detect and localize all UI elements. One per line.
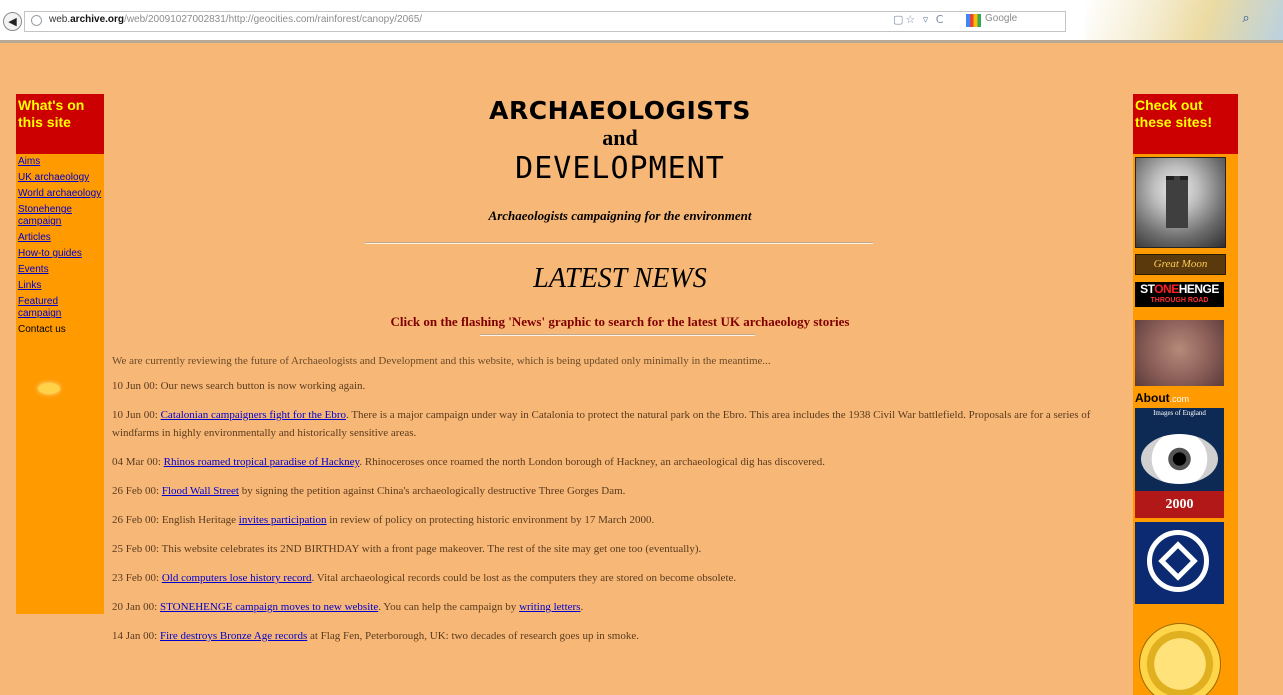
url-text: web.archive.org/web/20091027002831/http:… [49, 14, 423, 25]
search-engine-icon[interactable] [966, 14, 981, 27]
url-toolbar-icons[interactable]: ▢☆ ▿ C [893, 13, 945, 26]
divider [365, 242, 873, 244]
sun-icon [1139, 623, 1221, 695]
site-title-line2: and [602, 125, 638, 150]
sites-heading: Check out these sites! [1133, 94, 1238, 154]
nav-link-featured-campaign[interactable]: Featured campaign [18, 296, 104, 320]
news-item: 25 Feb 00: This website celebrates its 2… [112, 543, 702, 555]
email-blob-icon[interactable] [38, 383, 60, 394]
news-item: 26 Feb 00: English Heritage invites part… [112, 514, 655, 526]
news-item: 26 Feb 00: Flood Wall Street by signing … [112, 485, 626, 497]
search-icon[interactable]: ⌕ [1237, 11, 1255, 29]
nav-list: Aims UK archaeology World archaeology St… [18, 156, 104, 340]
nav-link-events[interactable]: Events [18, 264, 104, 276]
site-title-line1: ARCHAEOLOGISTS [489, 96, 751, 125]
nav-link-stonehenge-campaign[interactable]: Stonehenge campaign [18, 204, 104, 228]
news-link-hackney-rhinos[interactable]: Rhinos roamed tropical paradise of Hackn… [164, 456, 360, 468]
nav-link-uk-archaeology[interactable]: UK archaeology [18, 172, 104, 184]
stonehenge-road-badge[interactable]: STONEHENGE THROUGH ROAD [1135, 282, 1224, 307]
castle-tower-icon [1166, 176, 1188, 228]
intro-text: We are currently reviewing the future of… [112, 355, 771, 367]
news-link-stonehenge-campaign[interactable]: STONEHENGE campaign moves to new website [160, 601, 378, 613]
news-item: 10 Jun 00: Catalonian campaigners fight … [112, 409, 1091, 439]
eye-icon [1141, 434, 1218, 484]
news-link-old-computers[interactable]: Old computers lose history record [162, 572, 312, 584]
nav-link-how-to-guides[interactable]: How-to guides [18, 248, 104, 260]
url-path: /web/20091027002831/http://geocities.com… [124, 14, 423, 25]
news-link-writing-letters[interactable]: writing letters [519, 601, 580, 613]
globe-icon [31, 15, 42, 26]
nav-heading: What's on this site [16, 94, 104, 154]
right-sites-column: Check out these sites! Great Moon STONEH… [1133, 94, 1238, 695]
arrow-left-icon: ◀ [8, 15, 17, 28]
about-com-badge[interactable]: About.com [1135, 392, 1224, 405]
news-link-invites-participation[interactable]: invites participation [239, 514, 327, 526]
nav-link-aims[interactable]: Aims [18, 156, 104, 168]
news-search-note: Click on the flashing 'News' graphic to … [390, 314, 850, 329]
back-button[interactable]: ◀ [3, 12, 22, 31]
news-item: 14 Jan 00: Fire destroys Bronze Age reco… [112, 630, 639, 642]
nav-link-articles[interactable]: Articles [18, 232, 104, 244]
great-moon-badge[interactable]: Great Moon [1135, 254, 1226, 275]
browser-toolbar: ◀ web.archive.org/web/20091027002831/htt… [0, 0, 1283, 43]
site-title-line3: DEVELOPMENT [515, 151, 725, 186]
news-link-flood-wall-street[interactable]: Flood Wall Street [162, 485, 239, 497]
images-of-england-badge[interactable]: Images of England 2000 [1135, 408, 1224, 518]
contact-us-label[interactable]: Contact us [18, 324, 104, 336]
news-item: 20 Jan 00: STONEHENGE campaign moves to … [112, 601, 584, 613]
divider [480, 334, 755, 336]
tagline: Archaeologists campaigning for the envir… [488, 208, 752, 223]
left-navigation: What's on this site Aims UK archaeology … [16, 94, 104, 614]
nav-link-world-archaeology[interactable]: World archaeology [18, 188, 104, 200]
carved-stone-badge[interactable] [1135, 320, 1224, 386]
news-link-fire-bronze-age[interactable]: Fire destroys Bronze Age records [160, 630, 307, 642]
nav-link-links[interactable]: Links [18, 280, 104, 292]
news-item: 23 Feb 00: Old computers lose history re… [112, 572, 737, 584]
latest-news-heading: LATEST NEWS [533, 263, 707, 294]
news-link-ebro[interactable]: Catalonian campaigners fight for the Ebr… [161, 409, 346, 421]
world-heritage-badge[interactable] [1135, 522, 1224, 604]
news-list: We are currently reviewing the future of… [112, 352, 1124, 656]
castle-photo-badge[interactable] [1135, 157, 1226, 248]
sun-emblem-badge[interactable] [1135, 617, 1224, 695]
news-item: 10 Jun 00: Our news search button is now… [112, 380, 366, 392]
news-item: 04 Mar 00: Rhinos roamed tropical paradi… [112, 456, 826, 468]
